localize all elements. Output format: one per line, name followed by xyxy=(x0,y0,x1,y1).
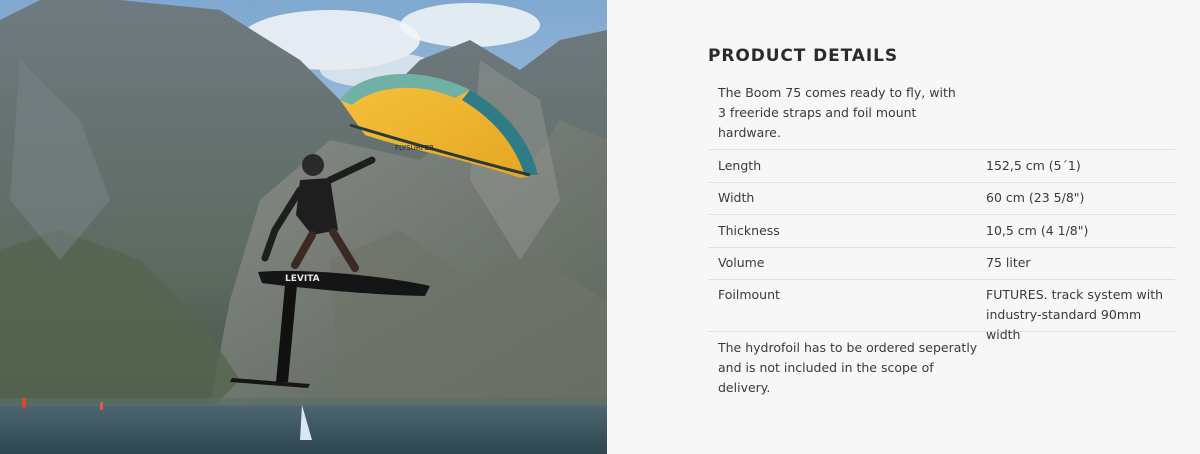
board-brand-label: LEVITA xyxy=(285,274,320,284)
spec-row-thickness: Thickness 10,5 cm (4 1/8") xyxy=(708,215,1175,248)
spec-row-length: Length 152,5 cm (5´1) xyxy=(708,150,1175,183)
spec-value: 152,5 cm (5´1) xyxy=(986,157,1081,173)
spec-row-foilmount: Foilmount FUTURES. track system with ind… xyxy=(708,280,1175,342)
product-hero-image: FLYSURFER LEVITA xyxy=(0,0,607,454)
product-details-panel: PRODUCT DETAILS The Boom 75 comes ready … xyxy=(607,0,1200,454)
spec-value: 10,5 cm (4 1/8") xyxy=(986,222,1089,238)
spec-value: FUTURES. track system with industry-stan… xyxy=(986,287,1164,342)
spec-value: 75 liter xyxy=(986,255,1031,271)
product-details-title: PRODUCT DETAILS xyxy=(708,46,898,66)
spec-label: Length xyxy=(718,157,762,173)
delivery-note-text: The hydrofoil has to be ordered seperatl… xyxy=(718,340,978,395)
product-details-table: The Boom 75 comes ready to fly, with 3 f… xyxy=(708,77,1175,404)
spec-label: Width xyxy=(718,190,755,206)
spec-value: 60 cm (23 5/8") xyxy=(986,190,1085,206)
spec-label: Foilmount xyxy=(718,287,780,302)
wingfoil-rider-photo: FLYSURFER LEVITA xyxy=(0,0,607,454)
intro-text: The Boom 75 comes ready to fly, with 3 f… xyxy=(718,85,956,140)
spec-label: Thickness xyxy=(718,222,780,238)
intro-row: The Boom 75 comes ready to fly, with 3 f… xyxy=(708,77,1175,150)
spec-label: Volume xyxy=(718,255,765,271)
wing-brand-label: FLYSURFER xyxy=(395,144,434,152)
spec-row-width: Width 60 cm (23 5/8") xyxy=(708,183,1175,215)
spec-row-volume: Volume 75 liter xyxy=(708,248,1175,280)
